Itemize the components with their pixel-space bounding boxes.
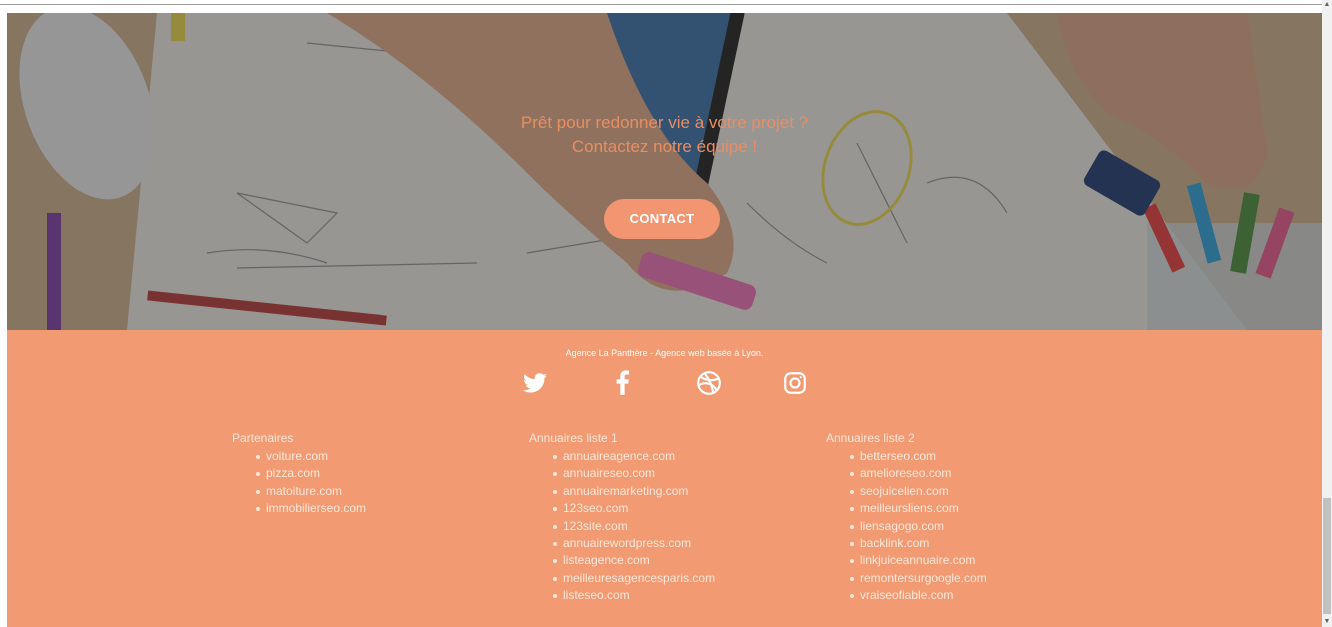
- directory-links-2: betterseo.com amelioreseo.com seojuiceli…: [826, 448, 987, 605]
- list-item[interactable]: meilleursliens.com: [850, 500, 987, 517]
- column-title: Partenaires: [232, 431, 294, 445]
- hero-line-2: Contactez notre équipe !: [571, 137, 758, 156]
- column-title: Annuaires liste 1: [529, 431, 618, 445]
- scroll-down-arrow-icon[interactable]: ▼: [1322, 617, 1332, 627]
- hero-dark-overlay: [7, 13, 1322, 330]
- list-item[interactable]: listeagence.com: [552, 552, 715, 569]
- list-item[interactable]: annuairewordpress.com: [552, 535, 715, 552]
- hero-headline: Prêt pour redonner vie à votre projet ? …: [7, 111, 1322, 159]
- list-item[interactable]: annuaireagence.com: [552, 448, 715, 465]
- list-item[interactable]: annuaireseo.com: [552, 465, 715, 482]
- hero-line-1: Prêt pour redonner vie à votre projet ?: [520, 113, 809, 132]
- footer-column-annuaires-2: Annuaires liste 2 betterseo.com ameliore…: [826, 431, 987, 605]
- list-item[interactable]: annuairemarketing.com: [552, 483, 715, 500]
- dribbble-icon[interactable]: [696, 370, 722, 396]
- list-item[interactable]: 123seo.com: [552, 500, 715, 517]
- scrollbar-thumb[interactable]: [1323, 498, 1331, 614]
- list-item[interactable]: listeseo.com: [552, 587, 715, 604]
- list-item[interactable]: voiture.com: [255, 448, 366, 465]
- list-item[interactable]: amelioreseo.com: [850, 465, 987, 482]
- facebook-icon[interactable]: [610, 370, 636, 396]
- list-item[interactable]: linkjuiceannuaire.com: [850, 552, 987, 569]
- scroll-up-arrow-icon[interactable]: ▲: [1322, 0, 1332, 10]
- twitter-icon[interactable]: [522, 370, 548, 396]
- list-item[interactable]: immobilierseo.com: [255, 500, 366, 517]
- footer-column-partenaires: Partenaires voiture.com pizza.com matoit…: [232, 431, 366, 518]
- footer-tagline: Agence La Panthère - Agence web basée à …: [565, 348, 764, 358]
- social-links: [7, 370, 1322, 396]
- page-scrollbar[interactable]: ▲ ▼: [1322, 0, 1332, 627]
- list-item[interactable]: pizza.com: [255, 465, 366, 482]
- site-footer: Agence La Panthère - Agence web basée à …: [7, 330, 1322, 627]
- list-item[interactable]: liensagogo.com: [850, 518, 987, 535]
- column-title: Annuaires liste 2: [826, 431, 915, 445]
- instagram-icon[interactable]: [782, 370, 808, 396]
- list-item[interactable]: meilleuresagencesparis.com: [552, 570, 715, 587]
- directory-links-1: annuaireagence.com annuaireseo.com annua…: [529, 448, 715, 605]
- list-item[interactable]: vraiseofiable.com: [850, 587, 987, 604]
- list-item[interactable]: remontersurgoogle.com: [850, 570, 987, 587]
- partner-links: voiture.com pizza.com matoiture.com immo…: [232, 448, 366, 518]
- list-item[interactable]: matoiture.com: [255, 483, 366, 500]
- list-item[interactable]: backlink.com: [850, 535, 987, 552]
- top-divider: [0, 4, 1322, 5]
- contact-hero-banner: Prêt pour redonner vie à votre projet ? …: [7, 13, 1322, 330]
- contact-button[interactable]: CONTACT: [604, 199, 720, 239]
- list-item[interactable]: 123site.com: [552, 518, 715, 535]
- list-item[interactable]: betterseo.com: [850, 448, 987, 465]
- list-item[interactable]: seojuicelien.com: [850, 483, 987, 500]
- page: Prêt pour redonner vie à votre projet ? …: [0, 0, 1332, 627]
- footer-column-annuaires-1: Annuaires liste 1 annuaireagence.com ann…: [529, 431, 715, 605]
